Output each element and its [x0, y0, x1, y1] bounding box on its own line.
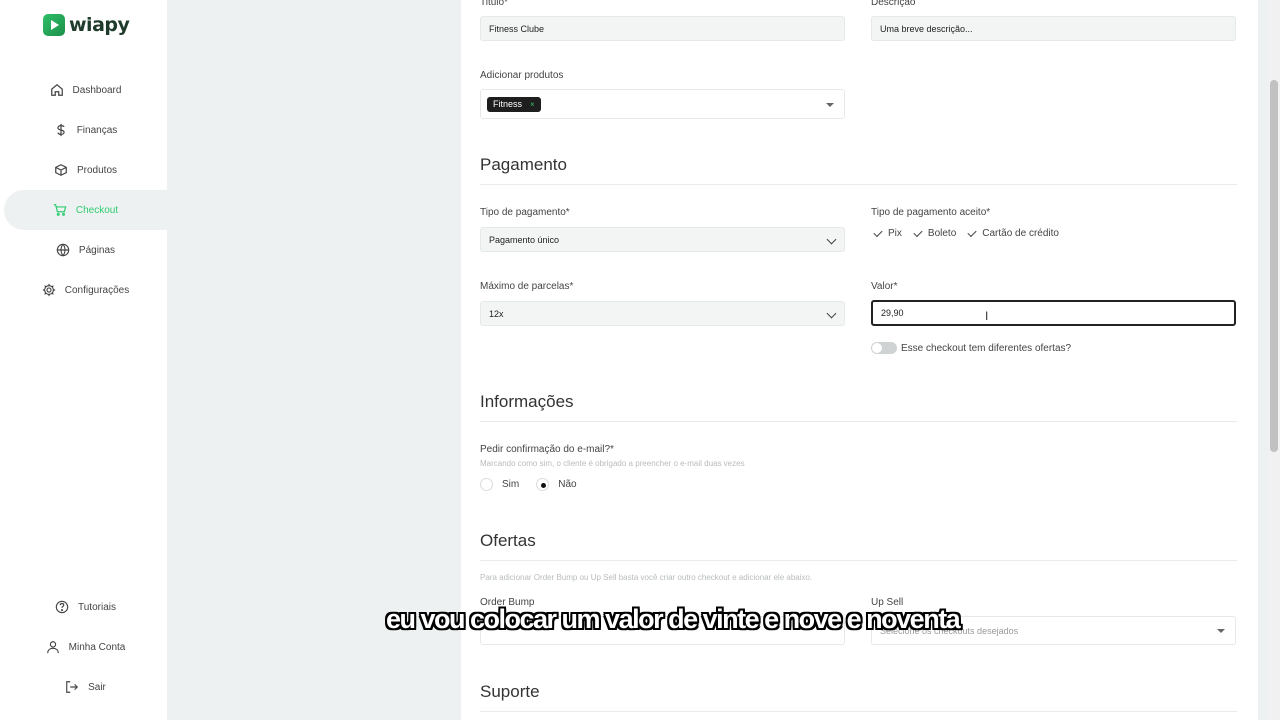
ofertas-heading: Ofertas: [480, 531, 536, 550]
sidebar-item-label: Tutoriais: [78, 601, 116, 613]
sidebar-item-label: Páginas: [78, 244, 116, 256]
check-icon: [873, 227, 883, 237]
product-chip: Fitness ×: [487, 96, 541, 112]
sidebar-item-label: Dashboard: [72, 84, 122, 96]
checkbox-label: Pix: [888, 228, 902, 239]
sidebar-item-label: Produtos: [76, 164, 118, 176]
scrollbar-thumb[interactable]: [1270, 80, 1278, 452]
sidebar-item-minha-conta[interactable]: Minha Conta: [4, 627, 167, 667]
titulo-value: Fitness Clube: [489, 23, 545, 34]
valor-label: Valor*: [871, 281, 898, 292]
descricao-value: Uma breve descrição...: [880, 23, 973, 34]
sidebar-item-produtos[interactable]: Produtos: [4, 150, 167, 190]
divider: [480, 711, 1237, 712]
valor-input[interactable]: 29,90: [871, 300, 1236, 326]
home-icon: [50, 83, 63, 96]
descricao-input[interactable]: Uma breve descrição...: [871, 16, 1236, 41]
logo-icon: [43, 14, 65, 36]
box-icon: [55, 164, 67, 176]
sidebar-item-label: Finanças: [76, 124, 118, 136]
logout-icon: [66, 681, 79, 693]
titulo-input[interactable]: Fitness Clube: [480, 16, 845, 41]
suporte-heading: Suporte: [480, 682, 540, 701]
sidebar-item-checkout[interactable]: Checkout: [4, 190, 167, 230]
dropdown-arrow-icon: [1217, 629, 1225, 633]
tipo-pagamento-value: Pagamento único: [489, 234, 560, 245]
dropdown-arrow-icon[interactable]: [826, 103, 834, 107]
checkbox-cartao[interactable]: Cartão de crédito: [967, 227, 1059, 239]
globe-icon: [56, 243, 70, 257]
radio-sim-label: Sim: [502, 479, 520, 490]
page-scrollbar[interactable]: [1268, 0, 1280, 720]
cart-icon: [53, 204, 67, 216]
produtos-select[interactable]: Fitness ×: [480, 89, 845, 119]
email-confirm-label: Pedir confirmação do e-mail?*: [480, 444, 614, 455]
divider: [480, 184, 1237, 185]
chip-remove-icon[interactable]: ×: [530, 100, 535, 109]
pagamento-aceito-group: Pix Boleto Cartão de crédito: [873, 227, 1071, 239]
descricao-label: Descrição: [871, 0, 916, 8]
tipo-pagamento-label: Tipo de pagamento*: [480, 207, 570, 218]
text-cursor-icon: I: [985, 309, 989, 323]
logo-text: wiapy: [69, 14, 130, 36]
chevron-down-icon: [826, 308, 837, 319]
sidebar-item-label: Configurações: [64, 284, 130, 296]
video-caption: eu vou colocar um valor de vinte e nove …: [386, 604, 961, 634]
sidebar: wiapy Dashboard Finanças Produtos Checko…: [0, 0, 167, 720]
chevron-down-icon: [826, 234, 837, 245]
sidebar-item-dashboard[interactable]: Dashboard: [4, 70, 167, 110]
titulo-label: Titulo*: [480, 0, 508, 8]
email-confirm-group: Sim Não: [480, 478, 577, 491]
ofertas-toggle-label: Esse checkout tem diferentes ofertas?: [901, 343, 1072, 354]
sidebar-item-sair[interactable]: Sair: [4, 667, 167, 707]
radio-sim[interactable]: [480, 478, 493, 491]
sidebar-item-configuracoes[interactable]: Configurações: [4, 270, 167, 310]
pagamento-heading: Pagamento: [480, 155, 567, 174]
informacoes-heading: Informações: [480, 392, 574, 411]
checkbox-label: Cartão de crédito: [982, 228, 1059, 239]
tipo-pagamento-select[interactable]: Pagamento único: [480, 227, 845, 252]
ofertas-hint: Para adicionar Order Bump ou Up Sell bas…: [480, 573, 813, 582]
parcelas-value: 12x: [489, 308, 504, 319]
gear-icon: [42, 283, 55, 297]
ofertas-toggle[interactable]: [871, 342, 897, 354]
user-icon: [46, 641, 59, 654]
sidebar-item-tutoriais[interactable]: Tutoriais: [4, 587, 167, 627]
parcelas-label: Máximo de parcelas*: [480, 281, 574, 292]
checkbox-label: Boleto: [927, 228, 957, 239]
email-confirm-hint: Marcando como sim, o cliente é obrigado …: [480, 459, 745, 468]
pagamento-aceito-label: Tipo de pagamento aceito*: [871, 207, 991, 218]
help-icon: [55, 600, 69, 614]
sidebar-item-label: Checkout: [75, 204, 119, 216]
logo[interactable]: wiapy: [43, 13, 130, 37]
sidebar-item-financas[interactable]: Finanças: [4, 110, 167, 150]
sidebar-item-label: Sair: [88, 681, 106, 693]
parcelas-select[interactable]: 12x: [480, 301, 845, 326]
checkbox-boleto[interactable]: Boleto: [913, 227, 957, 239]
checkbox-pix[interactable]: Pix: [873, 227, 902, 239]
divider: [480, 421, 1237, 422]
dollar-icon: [57, 123, 65, 137]
check-icon: [967, 227, 977, 237]
radio-nao[interactable]: [536, 478, 550, 491]
valor-value: 29,90: [881, 308, 904, 318]
product-chip-label: Fitness: [493, 99, 523, 109]
divider: [480, 560, 1237, 561]
produtos-label: Adicionar produtos: [480, 70, 564, 81]
sidebar-item-paginas[interactable]: Páginas: [4, 230, 167, 270]
sidebar-item-label: Minha Conta: [68, 641, 126, 653]
check-icon: [913, 227, 923, 237]
radio-nao-label: Não: [558, 479, 577, 490]
